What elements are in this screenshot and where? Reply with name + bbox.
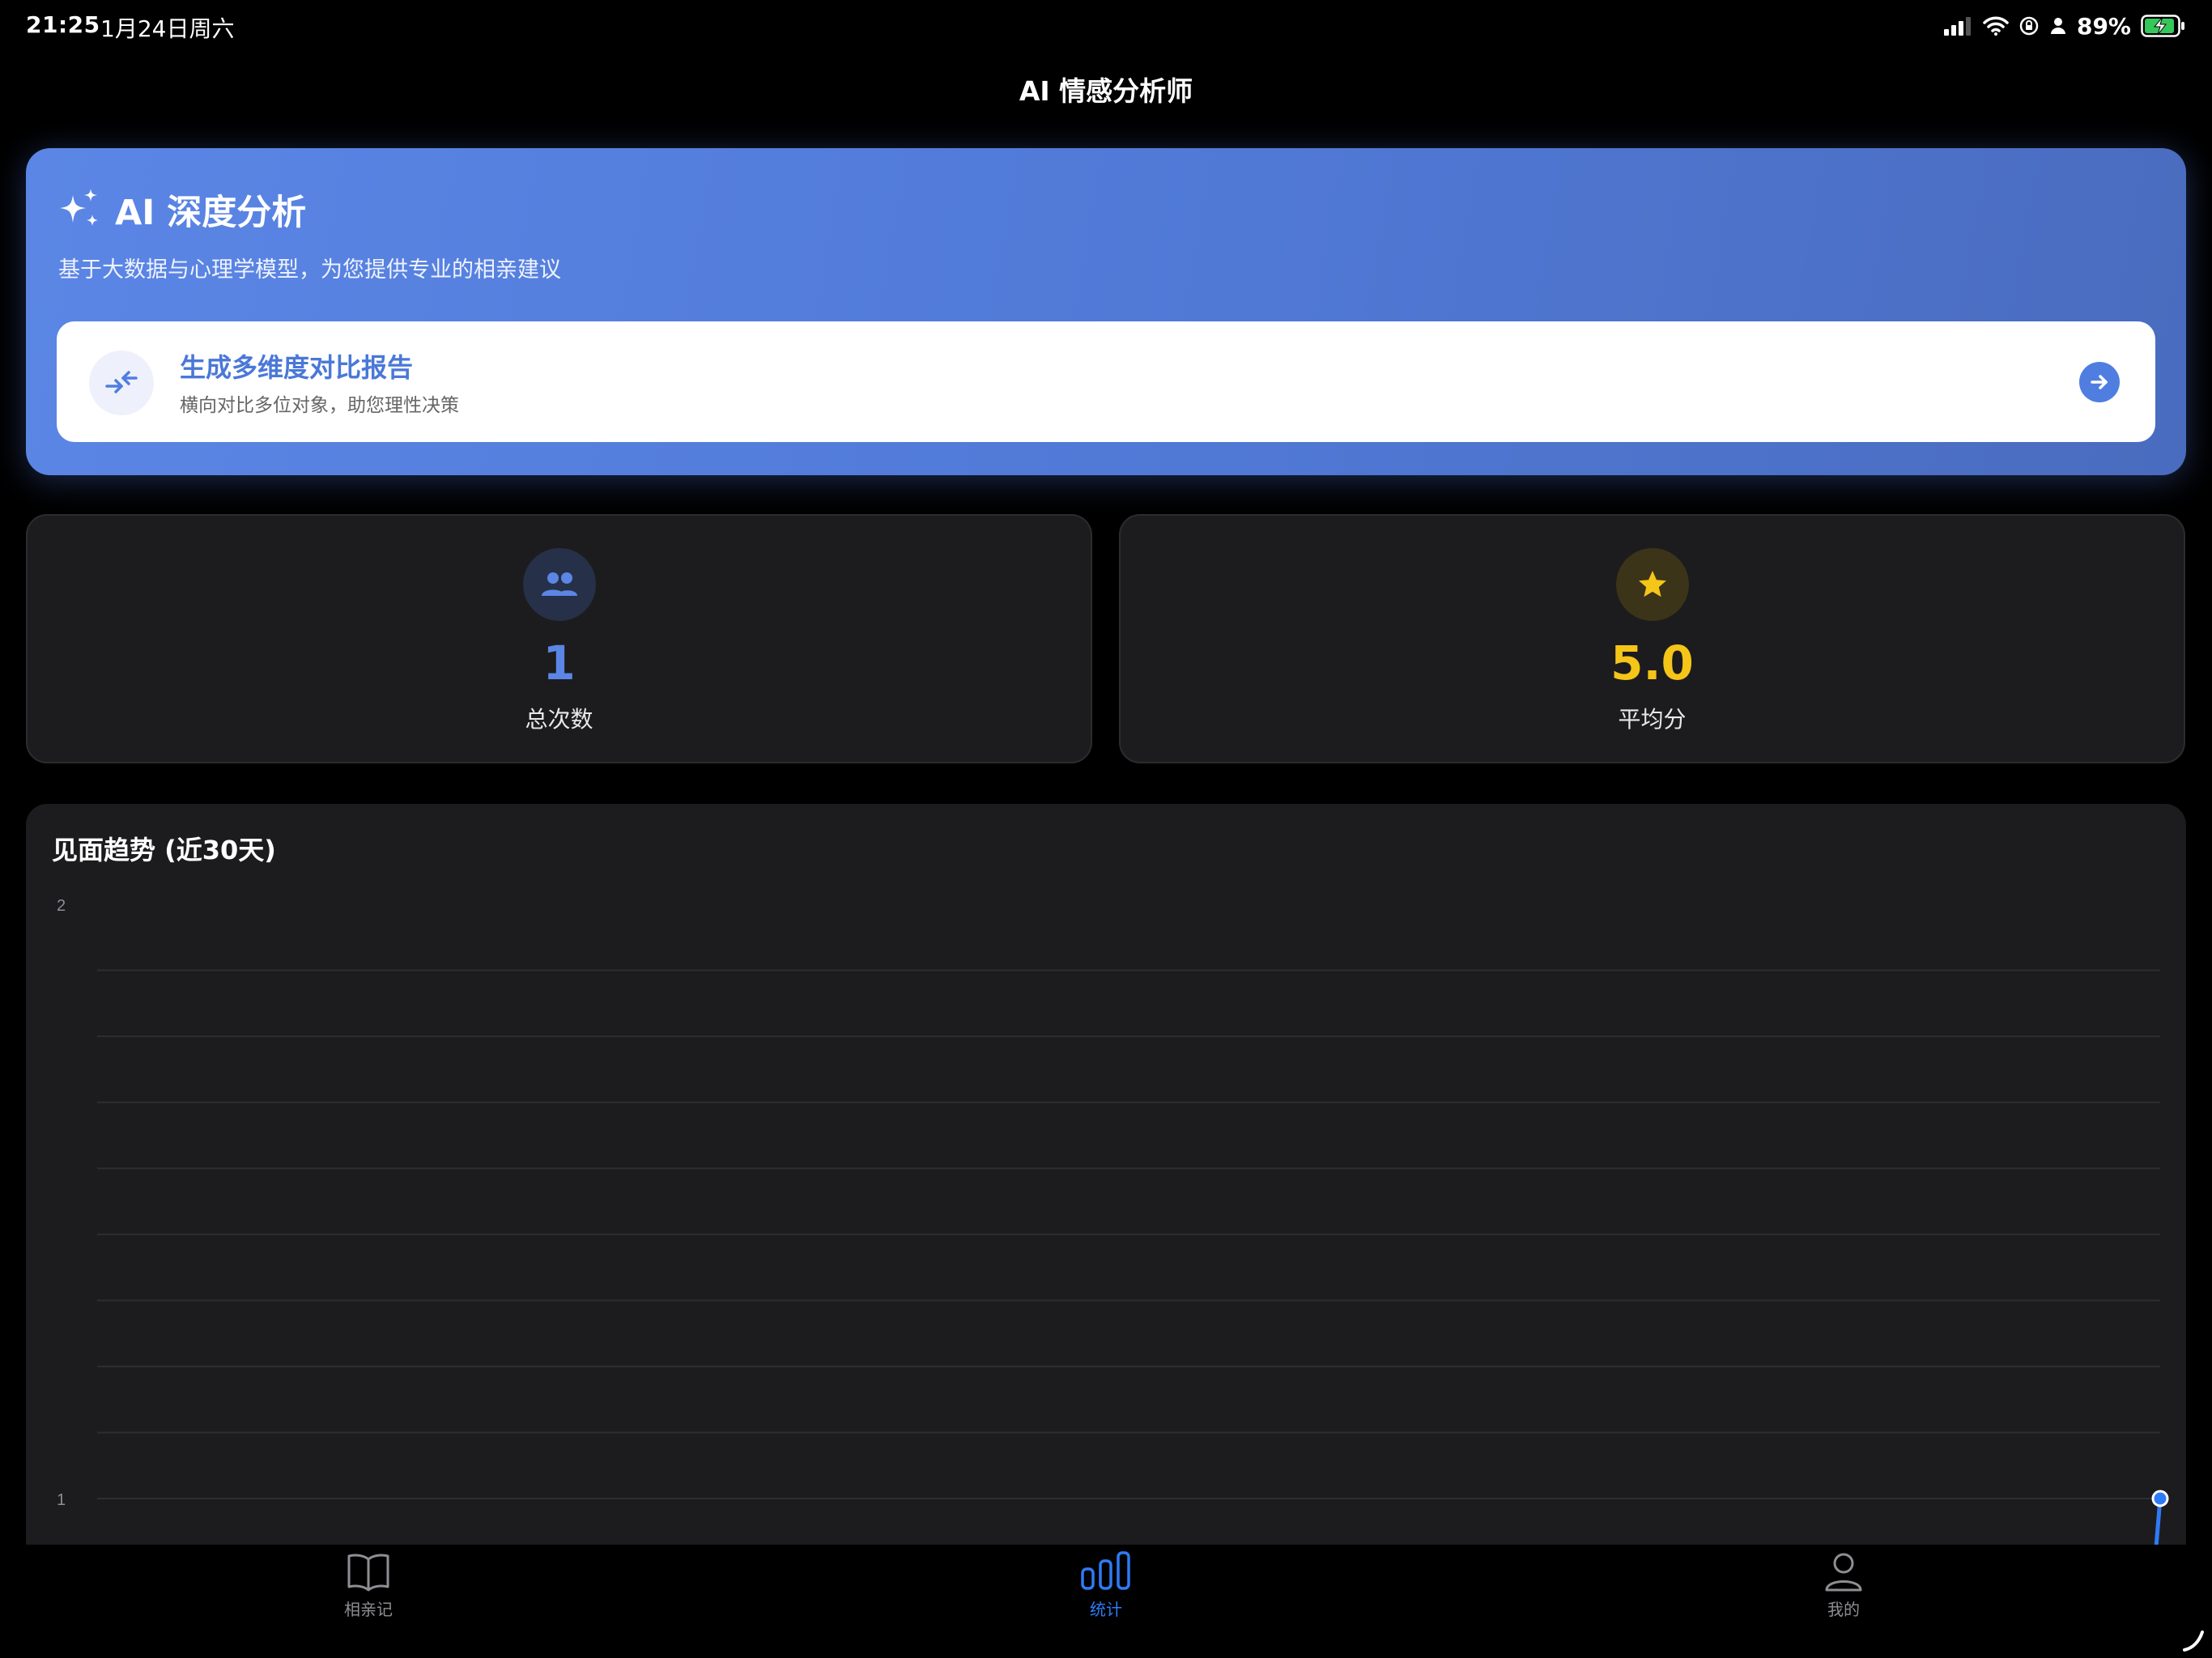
compare-report-button[interactable]: 生成多维度对比报告 横向对比多位对象，助您理性决策 bbox=[57, 321, 2155, 442]
tab-statistics[interactable]: 统计 bbox=[1025, 1551, 1187, 1640]
meeting-trend-chart-card: 见面趋势 (近30天) 21 bbox=[26, 804, 2186, 1658]
corner-swipe-indicator bbox=[2183, 1630, 2204, 1652]
person-status-icon bbox=[2050, 18, 2065, 34]
tab-statistics-label: 统计 bbox=[1090, 1600, 1122, 1619]
sparkles-icon bbox=[60, 189, 98, 226]
arrow-right-icon[interactable] bbox=[2079, 362, 2120, 402]
wifi-icon bbox=[1983, 16, 2009, 36]
hero-title: AI 深度分析 bbox=[57, 183, 306, 236]
page-title: AI 情感分析师 bbox=[1019, 75, 1193, 107]
orientation-lock-icon bbox=[2019, 16, 2039, 36]
people-icon bbox=[522, 548, 596, 621]
total-count-label: 总次数 bbox=[525, 706, 593, 733]
trend-chart: 21 bbox=[57, 897, 2169, 1550]
tab-bar: 相亲记 统计 我的 bbox=[0, 1545, 2212, 1658]
star-icon bbox=[1615, 548, 1689, 621]
average-score-value: 5.0 bbox=[1610, 636, 1694, 691]
bar-chart-icon bbox=[1081, 1551, 1130, 1590]
compare-report-title: 生成多维度对比报告 bbox=[180, 352, 414, 383]
battery-percent: 89% bbox=[2076, 12, 2131, 40]
compare-icon bbox=[89, 351, 154, 415]
average-score-label: 平均分 bbox=[1618, 706, 1687, 733]
status-time: 21:25 bbox=[26, 11, 100, 38]
cellular-signal-icon bbox=[1943, 17, 1971, 36]
tab-diary-label: 相亲记 bbox=[344, 1600, 393, 1619]
y-tick-label: 2 bbox=[57, 897, 66, 915]
ai-analysis-card: AI 深度分析 基于大数据与心理学模型，为您提供专业的相亲建议 生成多维度对比报… bbox=[26, 148, 2186, 475]
compare-report-description: 横向对比多位对象，助您理性决策 bbox=[180, 395, 459, 416]
hero-subtitle: 基于大数据与心理学模型，为您提供专业的相亲建议 bbox=[58, 257, 561, 283]
hero-title-text: AI 深度分析 bbox=[115, 193, 307, 233]
total-count-card: 1 总次数 bbox=[26, 514, 1092, 763]
data-point bbox=[2151, 1490, 2169, 1507]
battery-charging-icon bbox=[2141, 15, 2184, 37]
total-count-value: 1 bbox=[542, 636, 576, 691]
average-score-card: 5.0 平均分 bbox=[1119, 514, 2185, 763]
status-indicators: 89% bbox=[1943, 10, 2186, 42]
status-date: 1月24日周六 bbox=[100, 15, 235, 42]
tab-diary[interactable]: 相亲记 bbox=[287, 1551, 449, 1640]
y-tick-label: 1 bbox=[57, 1491, 66, 1509]
person-icon bbox=[1825, 1553, 1862, 1592]
book-icon bbox=[347, 1554, 389, 1592]
status-bar: 21:25 1月24日周六 89% bbox=[0, 0, 2212, 52]
tab-profile[interactable]: 我的 bbox=[1763, 1551, 1925, 1640]
tab-profile-label: 我的 bbox=[1827, 1600, 1860, 1619]
